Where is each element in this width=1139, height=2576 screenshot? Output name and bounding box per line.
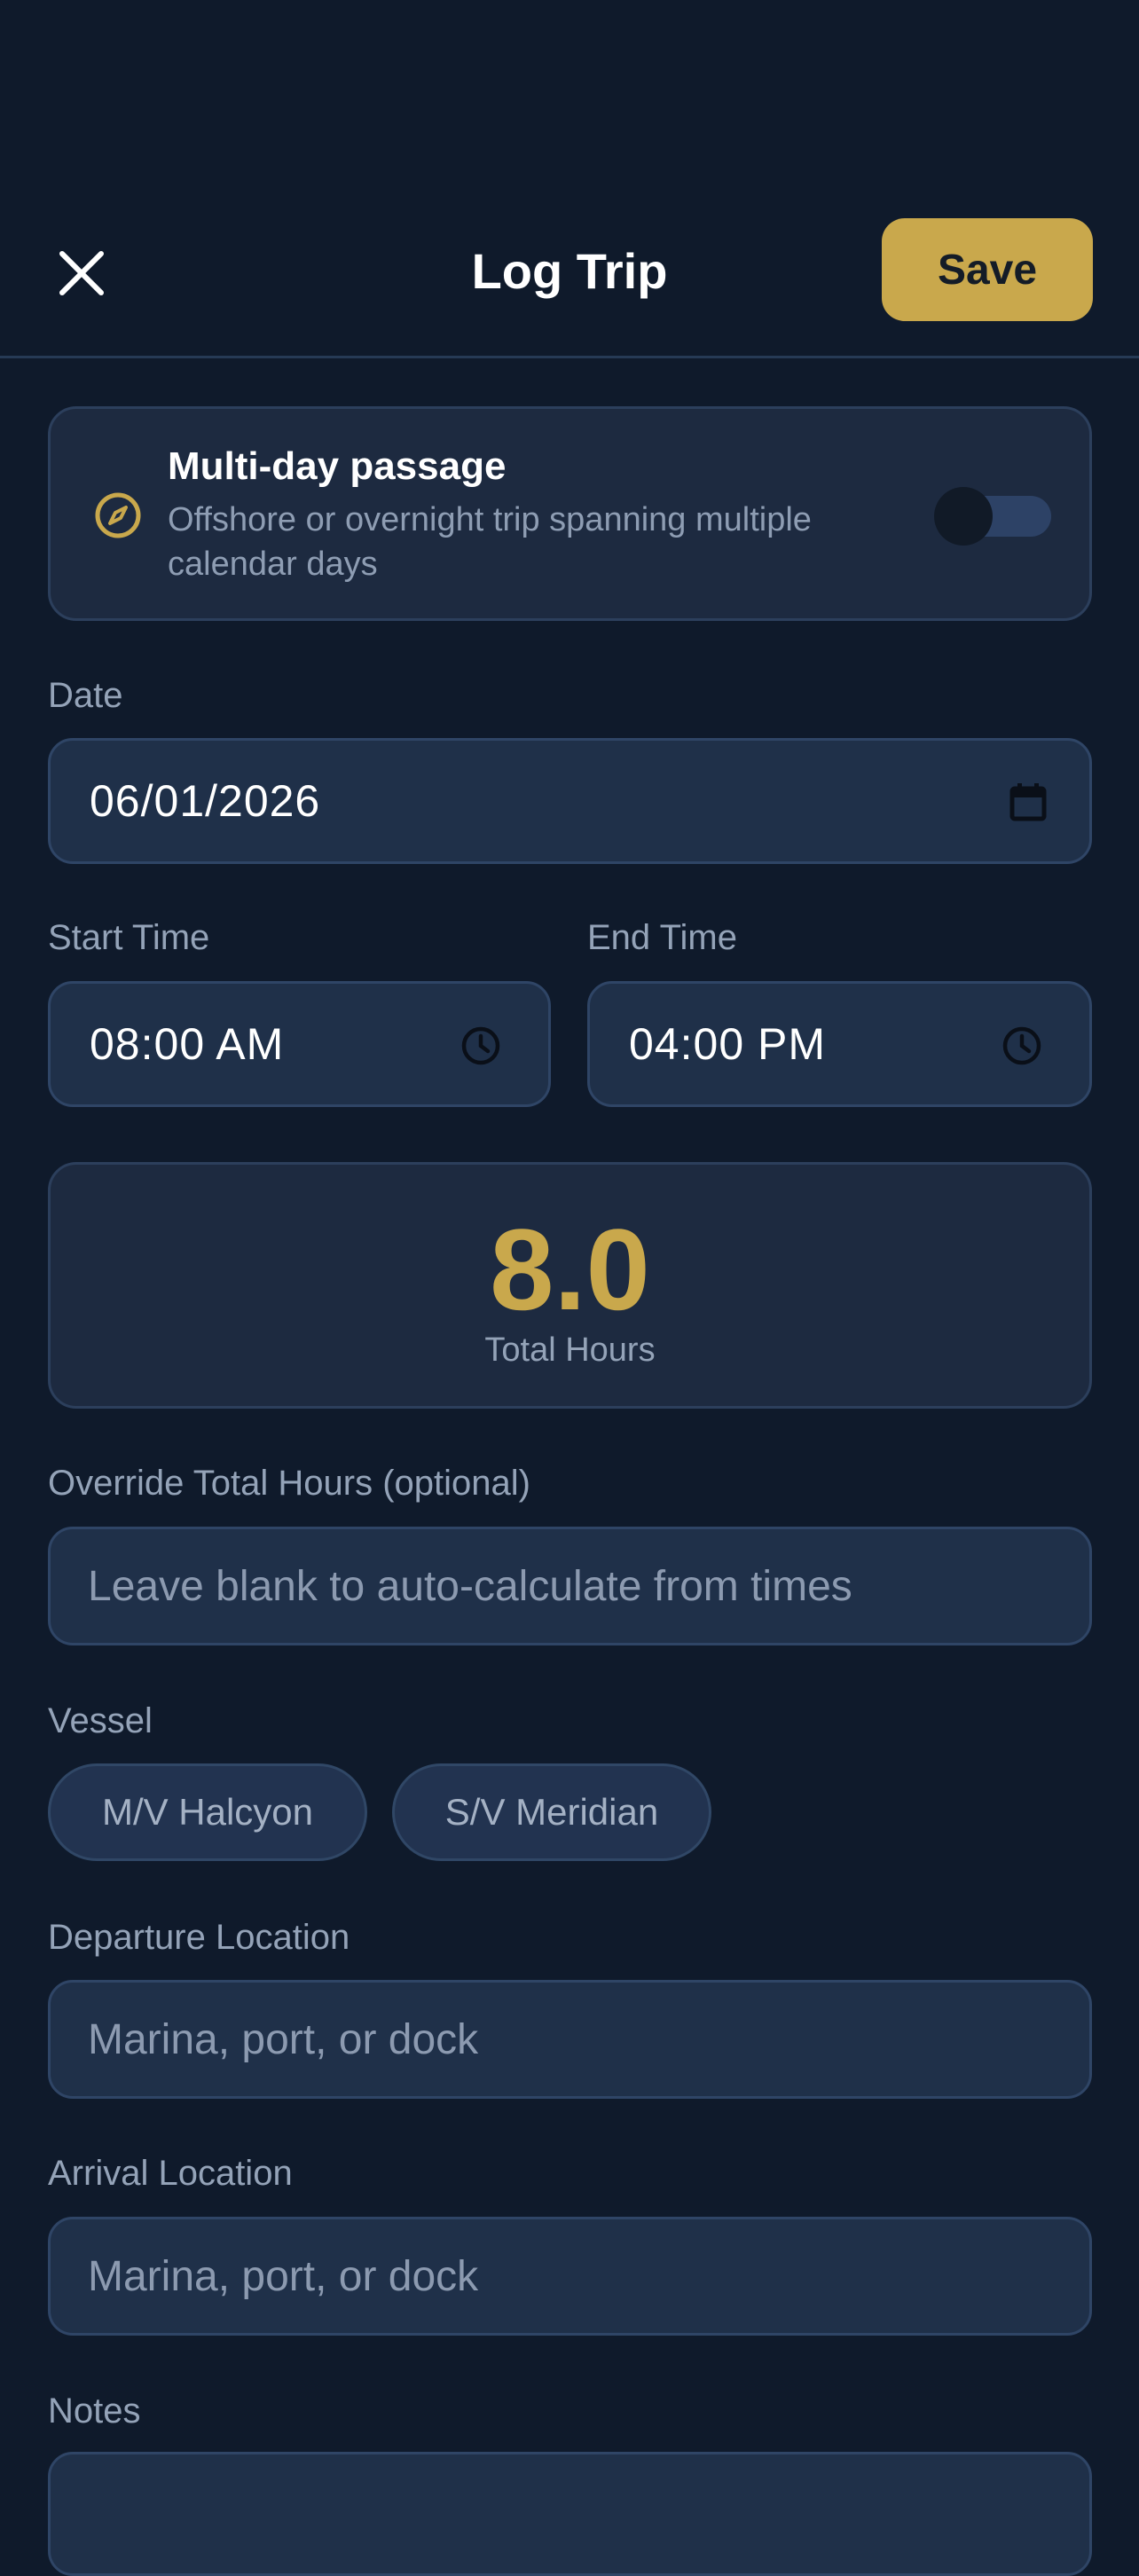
multi-day-toggle[interactable] <box>934 487 1051 546</box>
override-hours-field[interactable] <box>48 1527 1092 1645</box>
date-value: 06/01/2026 <box>90 776 321 826</box>
date-label: Date <box>48 676 123 715</box>
vessel-label: Vessel <box>48 1701 153 1740</box>
start-time-value: 08:00 AM <box>90 1019 285 1069</box>
start-time-label: Start Time <box>48 918 210 957</box>
arrival-location-field[interactable] <box>48 2217 1092 2336</box>
total-hours-card: 8.0 Total Hours <box>48 1162 1092 1409</box>
date-field[interactable]: 06/01/2026 <box>48 738 1092 864</box>
close-icon <box>59 251 104 295</box>
compass-icon <box>95 492 141 538</box>
toggle-knob <box>934 487 993 546</box>
departure-location-field[interactable] <box>48 1980 1092 2099</box>
notes-label: Notes <box>48 2391 141 2431</box>
calendar-icon[interactable] <box>1009 781 1048 822</box>
multi-day-passage-card: Multi-day passage Offshore or overnight … <box>48 406 1092 621</box>
passage-description: Offshore or overnight trip spanning mult… <box>168 501 812 583</box>
start-time-field[interactable]: 08:00 AM <box>48 981 551 1107</box>
departure-location-input[interactable] <box>51 1983 1089 2096</box>
total-hours-value: 8.0 <box>490 1205 650 1334</box>
end-time-label: End Time <box>587 918 737 957</box>
clock-icon[interactable] <box>1002 1025 1042 1066</box>
override-hours-input[interactable] <box>51 1529 1089 1643</box>
clock-icon[interactable] <box>460 1025 501 1066</box>
departure-location-label: Departure Location <box>48 1918 350 1957</box>
override-hours-label: Override Total Hours (optional) <box>48 1464 530 1503</box>
arrival-location-input[interactable] <box>51 2219 1089 2333</box>
arrival-location-label: Arrival Location <box>48 2154 293 2193</box>
vessel-chip-halcyon[interactable]: M/V Halcyon <box>48 1763 367 1861</box>
end-time-field[interactable]: 04:00 PM <box>587 981 1092 1107</box>
end-time-value: 04:00 PM <box>629 1019 827 1069</box>
total-hours-label: Total Hours <box>484 1331 656 1369</box>
notes-field[interactable] <box>48 2452 1092 2576</box>
save-button[interactable]: Save <box>882 218 1093 321</box>
passage-title: Multi-day passage <box>168 444 507 488</box>
vessel-chip-meridian[interactable]: S/V Meridian <box>392 1763 711 1861</box>
close-button[interactable] <box>48 240 115 307</box>
